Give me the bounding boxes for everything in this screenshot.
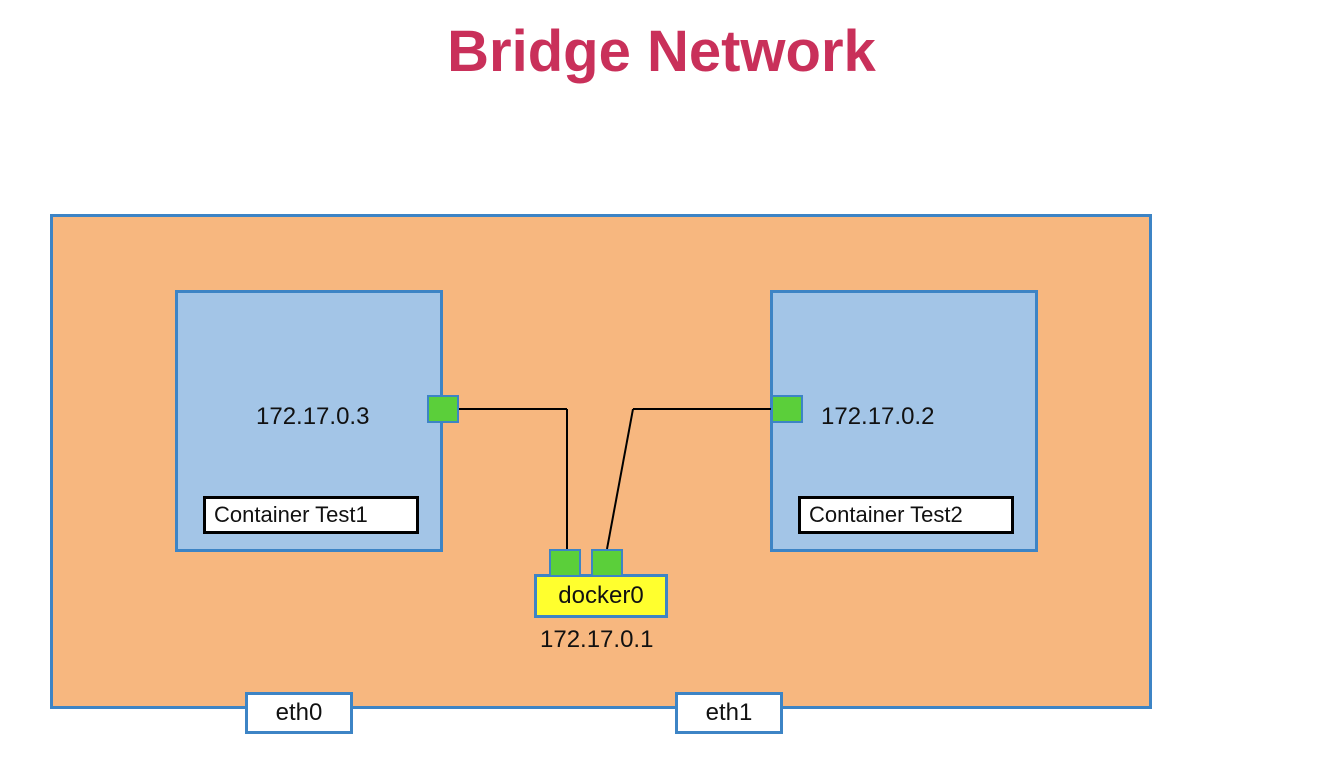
container-2-port (771, 395, 803, 423)
host-interface-eth1: eth1 (675, 692, 783, 734)
container-2-box: 172.17.0.2 Container Test2 (770, 290, 1038, 552)
container-1-box: 172.17.0.3 Container Test1 (175, 290, 443, 552)
host-interface-eth0: eth0 (245, 692, 353, 734)
container-2-ip: 172.17.0.2 (821, 403, 934, 431)
bridge-box: docker0 (534, 574, 668, 618)
bridge-port-2 (591, 549, 623, 577)
bridge-ip: 172.17.0.1 (540, 626, 653, 654)
container-2-name: Container Test2 (798, 496, 1014, 534)
diagram-title: Bridge Network (0, 18, 1323, 85)
bridge-port-1 (549, 549, 581, 577)
container-1-port (427, 395, 459, 423)
container-1-name: Container Test1 (203, 496, 419, 534)
container-1-ip: 172.17.0.3 (256, 403, 369, 431)
